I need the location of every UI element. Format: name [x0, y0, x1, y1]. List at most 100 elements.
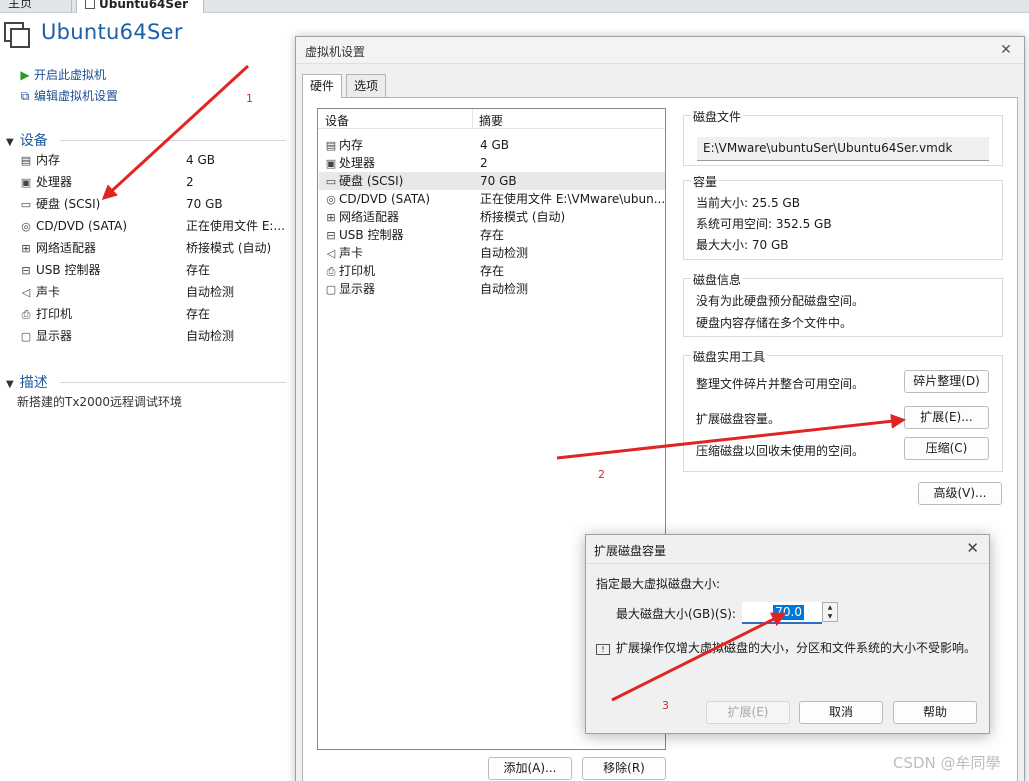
device-row[interactable]: ▢ 显示器 自动检测 [18, 325, 288, 347]
device-list-header: 设备 摘要 [318, 109, 665, 129]
disk-info-line1: 没有为此硬盘预分配磁盘空间。 [696, 294, 865, 308]
usb-icon: ⊟ [21, 264, 31, 277]
settings-device-row[interactable]: ▤ 内存 4 GB [319, 136, 665, 154]
device-name: 显示器 [36, 329, 73, 343]
expand-dialog-title: 扩展磁盘容量 [594, 544, 667, 558]
network-icon: ⊞ [21, 242, 31, 255]
description-section-title: 描述 [19, 375, 48, 391]
expand-confirm-button[interactable]: 扩展(E) [706, 701, 790, 724]
capacity-group: 容量 当前大小: 25.5 GB 系统可用空间: 352.5 GB 最大大小: … [683, 173, 1003, 260]
device-name: CD/DVD (SATA) [36, 219, 128, 233]
spin-up-icon[interactable]: ▲ [823, 603, 837, 612]
settings-device-row[interactable]: ▣ 处理器 2 [319, 154, 665, 172]
settings-device-summary: 桥接模式 (自动) [480, 210, 566, 224]
description-section-toggle[interactable]: ▼ 描述 [6, 372, 48, 392]
expand-disk-dialog: 扩展磁盘容量 ✕ 指定最大虚拟磁盘大小: 最大磁盘大小(GB)(S): 70.0… [585, 534, 990, 734]
vm-icon [85, 0, 95, 9]
settings-device-summary: 存在 [480, 228, 505, 242]
device-row[interactable]: ▤ 内存 4 GB [18, 149, 288, 171]
settings-device-row[interactable]: ◎ CD/DVD (SATA) 正在使用文件 E:\VMware\ubun... [319, 190, 665, 208]
edit-settings-link[interactable]: ⧉ 编辑虚拟机设置 [18, 87, 118, 104]
tab-home[interactable]: 主页 [0, 0, 72, 13]
cd-icon: ◎ [21, 220, 31, 233]
cancel-button[interactable]: 取消 [799, 701, 883, 724]
disk-info-title: 磁盘信息 [691, 271, 744, 288]
close-icon[interactable]: ✕ [966, 539, 979, 557]
max-size-input[interactable]: 70.0 [742, 602, 822, 624]
size-spinner[interactable]: ▲ ▼ [822, 602, 838, 622]
settings-device-summary: 自动检测 [480, 246, 529, 260]
close-icon[interactable]: ✕ [998, 42, 1014, 58]
expand-info: ! 扩展操作仅增大虚拟磁盘的大小，分区和文件系统的大小不受影响。 [596, 639, 986, 656]
device-row[interactable]: ⎙ 打印机 存在 [18, 303, 288, 325]
settings-device-row[interactable]: ▢ 显示器 自动检测 [319, 280, 665, 298]
settings-device-name: 打印机 [339, 264, 376, 278]
disk-utilities-group: 磁盘实用工具 整理文件碎片并整合可用空间。 碎片整理(D) 扩展磁盘容量。 扩展… [683, 348, 1003, 472]
expand-button[interactable]: 扩展(E)... [904, 406, 989, 429]
disk-file-title: 磁盘文件 [691, 108, 744, 125]
advanced-button[interactable]: 高级(V)... [918, 482, 1002, 505]
settings-device-summary: 自动检测 [480, 282, 529, 296]
home-tab-label: 主页 [8, 0, 33, 10]
tab-vm[interactable]: Ubuntu64Ser [76, 0, 204, 13]
expand-info-text: 扩展操作仅增大虚拟磁盘的大小，分区和文件系统的大小不受影响。 [616, 641, 977, 655]
device-value: 自动检测 [186, 285, 235, 299]
settings-device-summary: 4 GB [480, 138, 509, 152]
disk-info-line2: 硬盘内容存储在多个文件中。 [696, 316, 853, 330]
defrag-button[interactable]: 碎片整理(D) [904, 370, 989, 393]
defrag-text: 整理文件碎片并整合可用空间。 [696, 377, 865, 391]
device-value: 70 GB [186, 197, 223, 211]
printer-icon: ⎙ [326, 265, 336, 278]
settings-device-row[interactable]: ⎙ 打印机 存在 [319, 262, 665, 280]
device-row[interactable]: ◎ CD/DVD (SATA) 正在使用文件 E:... [18, 215, 288, 237]
column-device[interactable]: 设备 [325, 112, 349, 129]
settings-device-row[interactable]: ◁ 声卡 自动检测 [319, 244, 665, 262]
network-icon: ⊞ [326, 211, 336, 224]
add-button[interactable]: 添加(A)... [488, 757, 572, 780]
expand-prompt: 指定最大虚拟磁盘大小: [596, 577, 721, 591]
max-size: 最大大小: 70 GB [696, 238, 789, 252]
disk-utilities-title: 磁盘实用工具 [691, 348, 768, 365]
spin-down-icon[interactable]: ▼ [823, 612, 837, 621]
tab-options-label: 选项 [354, 79, 379, 93]
devices-section-title: 设备 [19, 133, 48, 149]
annotation-2: 2 [598, 468, 605, 481]
column-summary[interactable]: 摘要 [479, 112, 503, 129]
settings-device-row[interactable]: ⊟ USB 控制器 存在 [319, 226, 665, 244]
device-value: 存在 [186, 263, 211, 277]
settings-device-name: 内存 [339, 138, 364, 152]
play-icon: ▶ [20, 68, 30, 82]
device-row[interactable]: ⊞ 网络适配器 桥接模式 (自动) [18, 237, 288, 259]
current-size: 当前大小: 25.5 GB [696, 196, 800, 210]
info-icon: ! [596, 644, 610, 655]
expand-text: 扩展磁盘容量。 [696, 412, 781, 426]
device-value: 4 GB [186, 153, 215, 167]
remove-button[interactable]: 移除(R) [582, 757, 666, 780]
device-row[interactable]: ▣ 处理器 2 [18, 171, 288, 193]
cpu-icon: ▣ [20, 176, 32, 189]
max-size-value: 70.0 [773, 605, 804, 620]
device-row[interactable]: ▭ 硬盘 (SCSI) 70 GB [18, 193, 288, 215]
settings-device-row[interactable]: ▭ 硬盘 (SCSI) 70 GB [319, 172, 665, 190]
help-button[interactable]: 帮助 [893, 701, 977, 724]
capacity-title: 容量 [691, 173, 720, 190]
settings-device-row[interactable]: ⊞ 网络适配器 桥接模式 (自动) [319, 208, 665, 226]
power-on-link[interactable]: ▶ 开启此虚拟机 [18, 66, 106, 83]
device-row[interactable]: ⊟ USB 控制器 存在 [18, 259, 288, 281]
cd-icon: ◎ [326, 193, 336, 206]
settings-device-name: 显示器 [339, 282, 376, 296]
settings-device-name: USB 控制器 [339, 228, 404, 242]
collapse-triangle-icon: ▼ [6, 137, 14, 148]
tab-hardware[interactable]: 硬件 [302, 74, 343, 98]
devices-section-toggle[interactable]: ▼ 设备 [6, 130, 48, 150]
tab-options[interactable]: 选项 [346, 74, 387, 97]
memory-icon: ▤ [325, 139, 337, 152]
settings-device-name: 处理器 [339, 156, 376, 170]
device-value: 存在 [186, 307, 211, 321]
annotation-1: 1 [246, 92, 253, 105]
settings-device-summary: 70 GB [480, 174, 517, 188]
device-row[interactable]: ◁ 声卡 自动检测 [18, 281, 288, 303]
annotation-3: 3 [662, 699, 669, 712]
compact-button[interactable]: 压缩(C) [904, 437, 989, 460]
vm-header: Ubuntu64Ser [0, 18, 290, 58]
